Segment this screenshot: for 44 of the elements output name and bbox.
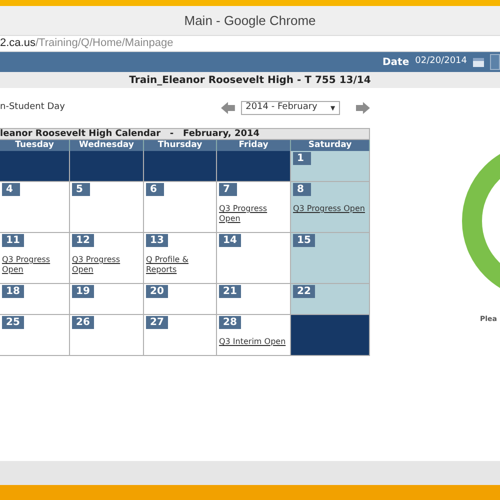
date-value: 02/20/2014: [415, 55, 467, 68]
day-number[interactable]: 25: [2, 316, 24, 329]
day-number[interactable]: 27: [146, 316, 168, 329]
day-number[interactable]: 18: [2, 285, 24, 298]
school-title: Train_Eleanor Roosevelt High - T 755 13/14: [129, 74, 371, 88]
day-number[interactable]: 4: [2, 183, 20, 196]
toolbar-button[interactable]: [490, 54, 500, 70]
day-number[interactable]: 21: [219, 285, 241, 298]
day-number[interactable]: 6: [146, 183, 164, 196]
day-number[interactable]: 13: [146, 234, 168, 247]
day-number[interactable]: 22: [293, 285, 315, 298]
day-number[interactable]: 11: [2, 234, 24, 247]
calendar-icon[interactable]: [473, 58, 484, 66]
weekday-header: Wednesday: [70, 140, 144, 151]
event-link[interactable]: Q3 Interim Open: [219, 337, 286, 347]
event-link[interactable]: Q Profile & Reports: [146, 255, 214, 275]
day-number[interactable]: 8: [293, 183, 311, 196]
url-path: /Training/Q/Home/Mainpage: [35, 36, 174, 52]
weekday-header: Tuesday: [0, 140, 70, 151]
day-number[interactable]: 5: [72, 183, 90, 196]
day-number[interactable]: 28: [219, 316, 241, 329]
weekday-header: Saturday: [291, 140, 370, 151]
event-link[interactable]: Q3 Progress Open: [219, 204, 288, 224]
event-link[interactable]: Q3 Progress Open: [2, 255, 67, 275]
event-link[interactable]: Q3 Progress Open: [293, 204, 365, 214]
calendar-title: leanor Roosevelt High Calendar - February, 2014: [0, 130, 260, 138]
day-number[interactable]: 15: [293, 234, 315, 247]
event-link[interactable]: Q3 Progress Open: [72, 255, 141, 275]
day-number[interactable]: 12: [72, 234, 94, 247]
address-bar[interactable]: 2.ca.us/Training/Q/Home/Mainpage: [0, 35, 500, 52]
url-host: 2.ca.us: [0, 36, 36, 52]
weekday-header: Friday: [217, 140, 291, 151]
next-arrow-icon[interactable]: [356, 102, 370, 114]
day-number[interactable]: 26: [72, 316, 94, 329]
previous-arrow-icon[interactable]: [220, 102, 235, 114]
date-label: Date: [382, 56, 410, 70]
legend-text: n-Student Day: [0, 101, 66, 114]
day-number[interactable]: 7: [219, 183, 237, 196]
window-title: Main - Google Chrome: [184, 12, 316, 30]
day-number[interactable]: 20: [146, 285, 168, 298]
weekday-header: Thursday: [144, 140, 217, 151]
day-number[interactable]: 14: [219, 234, 241, 247]
day-number[interactable]: 19: [72, 285, 94, 298]
day-number[interactable]: 1: [293, 152, 311, 165]
